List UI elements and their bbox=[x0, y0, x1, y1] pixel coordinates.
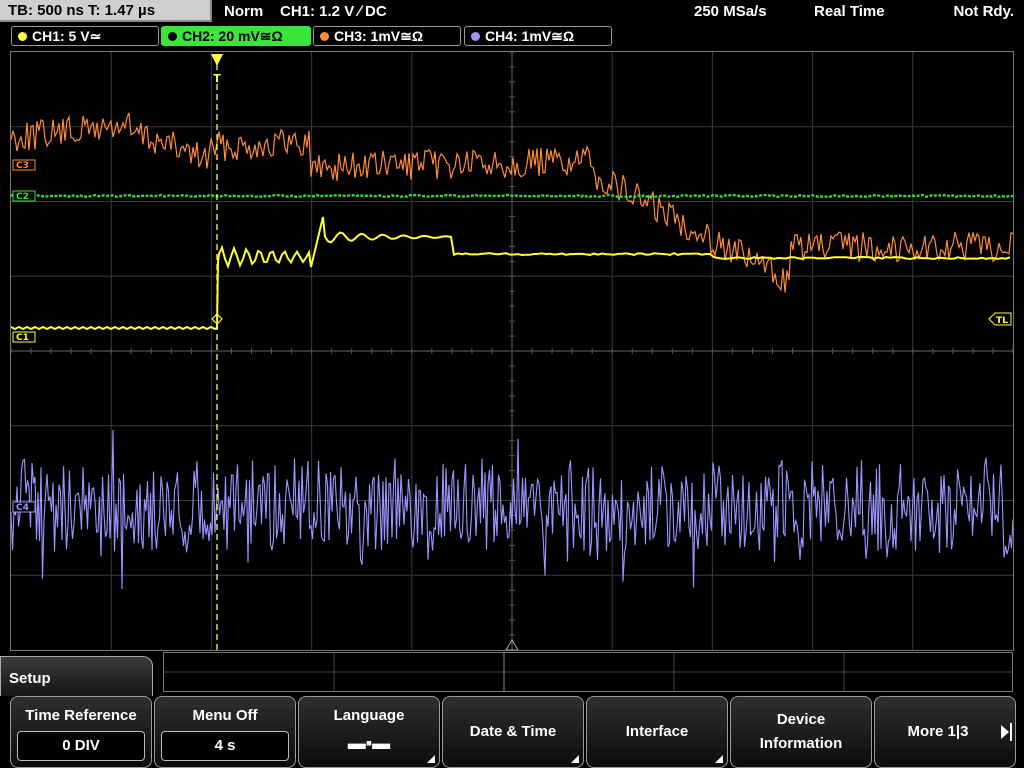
ch3-ground-marker: C3 bbox=[16, 161, 29, 171]
time-reference-label: Time Reference bbox=[25, 707, 137, 724]
channel-tabs: CH1: 5 V≃ CH2: 20 mV≅Ω CH3: 1mV≅Ω CH4: 1… bbox=[0, 26, 1024, 48]
ch4-ground-marker: C4 bbox=[16, 503, 29, 513]
menu-off-value[interactable]: 4 s bbox=[161, 731, 289, 761]
ch3-dot-icon bbox=[320, 32, 329, 41]
ch1-waveform bbox=[11, 216, 1011, 331]
device-information-label: Device Information bbox=[759, 711, 843, 752]
time-reference-softkey[interactable]: Time Reference 0 DIV bbox=[10, 696, 152, 768]
channel-tab-ch3[interactable]: CH3: 1mV≅Ω bbox=[313, 26, 461, 46]
more-label: More 1|3 bbox=[907, 723, 969, 740]
menu-off-label: Menu Off bbox=[192, 707, 258, 724]
trigger-marker-label: T bbox=[213, 72, 221, 85]
trigger-level-marker: TL bbox=[996, 316, 1008, 326]
submenu-corner-icon bbox=[715, 755, 723, 763]
right-arrow-icon bbox=[1001, 725, 1009, 739]
ch2-dot-icon bbox=[168, 32, 177, 41]
ch4-label: CH4: 1mV≅Ω bbox=[485, 28, 575, 44]
softkey-menu: Setup Time Reference 0 DIV Menu Off 4 s … bbox=[0, 652, 1024, 768]
interface-label: Interface bbox=[625, 723, 689, 740]
trigger-status: Not Rdy. bbox=[953, 3, 1014, 20]
submenu-corner-icon bbox=[571, 755, 579, 763]
device-information-softkey[interactable]: Device Information bbox=[730, 696, 872, 768]
ch2-label: CH2: 20 mV≅Ω bbox=[182, 28, 283, 44]
waveform-display[interactable]: T C3 C2 C1 C4 TL bbox=[10, 51, 1014, 651]
ch1-ground-marker: C1 bbox=[16, 333, 29, 343]
channel-tab-ch4[interactable]: CH4: 1mV≅Ω bbox=[464, 26, 612, 46]
status-bar: TB: 500 ns T: 1.47 µs Norm CH1: 1.2 V ∕ … bbox=[0, 0, 1024, 24]
ch3-label: CH3: 1mV≅Ω bbox=[334, 28, 424, 44]
submenu-corner-icon bbox=[427, 755, 435, 763]
timebase-readout[interactable]: TB: 500 ns T: 1.47 µs bbox=[0, 0, 212, 22]
language-label: Language bbox=[333, 707, 405, 724]
time-reference-value[interactable]: 0 DIV bbox=[17, 731, 145, 761]
menu-off-softkey[interactable]: Menu Off 4 s bbox=[154, 696, 296, 768]
channel-tab-ch2[interactable]: CH2: 20 mV≅Ω bbox=[161, 26, 311, 46]
language-softkey[interactable]: Language ▬▪▬ bbox=[298, 696, 440, 768]
channel-tab-ch1[interactable]: CH1: 5 V≃ bbox=[11, 26, 159, 46]
arrow-bar-icon bbox=[1010, 723, 1012, 741]
trigger-readout[interactable]: CH1: 1.2 V ∕ DC bbox=[280, 0, 387, 24]
overview-strip bbox=[163, 652, 1013, 692]
ch2-ground-marker: C2 bbox=[16, 192, 29, 202]
speech-bubbles-icon: ▬▪▬ bbox=[347, 733, 391, 753]
date-time-softkey[interactable]: Date & Time bbox=[442, 696, 584, 768]
ch2-waveform bbox=[11, 193, 1013, 199]
ch1-label: CH1: 5 V≃ bbox=[32, 28, 102, 44]
more-softkey[interactable]: More 1|3 bbox=[874, 696, 1016, 768]
ch1-dot-icon bbox=[18, 32, 27, 41]
trigger-marker-icon bbox=[211, 54, 223, 66]
interface-softkey[interactable]: Interface bbox=[586, 696, 728, 768]
acquisition-mode[interactable]: Real Time bbox=[814, 0, 885, 24]
menu-title: Setup bbox=[0, 656, 153, 696]
trigger-mode[interactable]: Norm bbox=[224, 0, 263, 24]
sample-rate: 250 MSa/s bbox=[694, 3, 767, 20]
ch4-dot-icon bbox=[471, 32, 480, 41]
date-time-label: Date & Time bbox=[469, 723, 557, 740]
